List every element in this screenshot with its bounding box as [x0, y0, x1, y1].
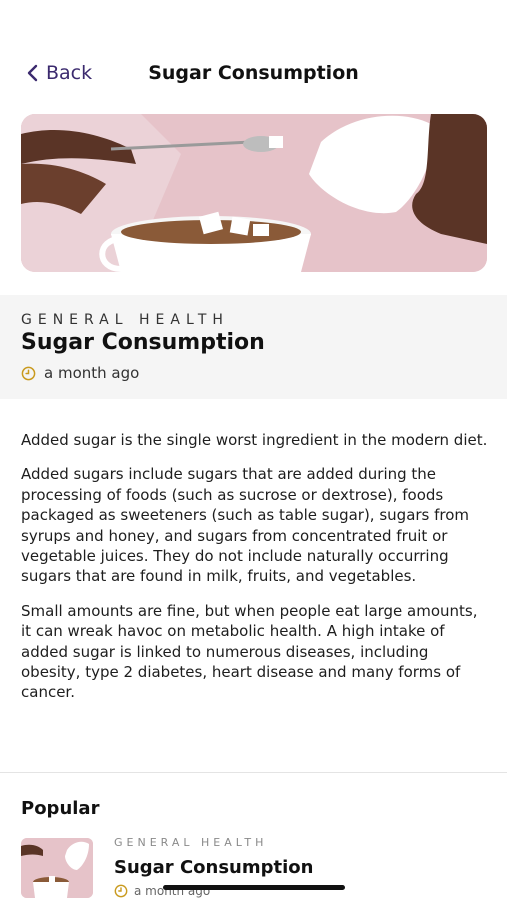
article-title: Sugar Consumption — [21, 330, 265, 355]
popular-list-item[interactable]: GENERAL HEALTH Sugar Consumption a month… — [21, 836, 487, 900]
article-body: Added sugar is the single worst ingredie… — [21, 430, 489, 717]
popular-item-title: Sugar Consumption — [114, 857, 314, 878]
clock-icon — [21, 366, 36, 380]
top-nav-bar: Back Sugar Consumption — [0, 58, 507, 92]
article-date-text: a month ago — [44, 364, 140, 382]
article-paragraph: Added sugar is the single worst ingredie… — [21, 431, 488, 449]
popular-item-thumbnail — [21, 838, 93, 898]
nav-title: Sugar Consumption — [148, 62, 359, 84]
article-category: GENERAL HEALTH — [21, 312, 229, 328]
article-date: a month ago — [21, 364, 139, 382]
clock-icon — [114, 884, 128, 898]
popular-item-category: GENERAL HEALTH — [114, 836, 268, 849]
section-divider — [0, 772, 507, 773]
article-hero-image — [21, 114, 487, 272]
article-paragraph: Added sugars include sugars that are add… — [21, 465, 470, 586]
popular-heading: Popular — [21, 798, 100, 819]
article-paragraph: Small amounts are fine, but when people … — [21, 601, 478, 702]
home-indicator[interactable] — [163, 885, 345, 890]
